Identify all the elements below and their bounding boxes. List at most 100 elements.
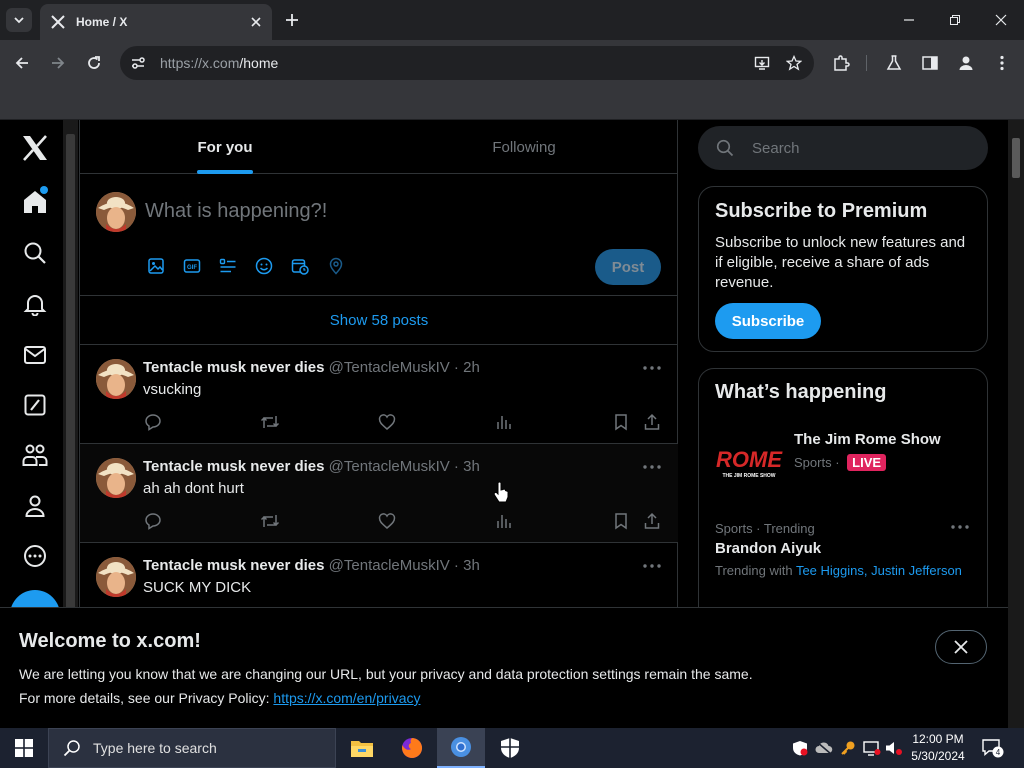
share-icon[interactable] xyxy=(642,511,662,531)
close-tab-icon[interactable] xyxy=(250,16,262,28)
trending-with-links[interactable]: Tee Higgins, Justin Jefferson xyxy=(796,563,962,578)
search-input[interactable]: Search xyxy=(698,126,988,170)
avatar[interactable] xyxy=(96,192,136,232)
avatar[interactable] xyxy=(96,359,136,399)
tweet[interactable]: Tentacle musk never dies @TentacleMuskIV… xyxy=(80,444,678,543)
schedule-icon[interactable] xyxy=(290,256,310,276)
taskbar-search-input[interactable]: Type here to search xyxy=(48,728,336,768)
profile-button[interactable] xyxy=(954,51,978,75)
tweet[interactable]: Tentacle musk never dies @TentacleMuskIV… xyxy=(80,345,678,444)
post-button[interactable]: Post xyxy=(595,249,661,285)
forward-button[interactable] xyxy=(46,51,70,75)
tab-for-you[interactable]: For you xyxy=(80,120,370,174)
clock-date: 5/30/2024 xyxy=(911,749,965,763)
security-tray-icon[interactable] xyxy=(790,738,810,758)
nav-explore[interactable] xyxy=(14,232,56,274)
show-title[interactable]: The Jim Rome Show xyxy=(794,431,941,448)
tweet-handle[interactable]: @TentacleMuskIV xyxy=(329,557,450,574)
tab-search-button[interactable] xyxy=(6,8,32,32)
banner-close-button[interactable] xyxy=(935,630,987,664)
avatar[interactable] xyxy=(96,458,136,498)
tab-following[interactable]: Following xyxy=(379,120,669,174)
like-icon[interactable] xyxy=(377,412,397,432)
subscribe-button[interactable]: Subscribe xyxy=(715,303,821,339)
extensions-button[interactable] xyxy=(829,51,853,75)
tweet-author-name[interactable]: Tentacle musk never dies xyxy=(143,458,324,475)
security-app[interactable] xyxy=(486,728,534,768)
media-icon[interactable] xyxy=(146,256,166,276)
file-explorer-app[interactable] xyxy=(338,728,386,768)
share-icon[interactable] xyxy=(642,412,662,432)
tweet-more-icon[interactable] xyxy=(640,557,664,575)
nav-grok[interactable] xyxy=(14,384,56,426)
browser-menu-button[interactable] xyxy=(990,51,1014,75)
site-info-icon[interactable] xyxy=(130,55,146,71)
emoji-icon[interactable] xyxy=(254,256,274,276)
tweet-time[interactable]: 3h xyxy=(463,557,480,574)
firefox-app[interactable] xyxy=(388,728,436,768)
start-button[interactable] xyxy=(0,728,48,768)
back-button[interactable] xyxy=(10,51,34,75)
tweet-time[interactable]: 3h xyxy=(463,458,480,475)
side-panel-button[interactable] xyxy=(918,51,942,75)
x-logo-link[interactable] xyxy=(14,127,56,169)
nav-home[interactable] xyxy=(14,181,56,223)
poll-icon[interactable] xyxy=(218,256,238,276)
right-scrollbar[interactable] xyxy=(1008,120,1024,728)
tweet-more-icon[interactable] xyxy=(640,458,664,476)
key-tray-icon[interactable] xyxy=(838,738,858,758)
tweet-time[interactable]: 2h xyxy=(463,359,480,376)
restore-button[interactable] xyxy=(932,0,978,40)
left-scrollbar-thumb[interactable] xyxy=(66,134,75,624)
close-icon xyxy=(995,14,1007,26)
install-app-icon[interactable] xyxy=(752,53,772,73)
avatar[interactable] xyxy=(96,557,136,597)
action-center-button[interactable]: 4 xyxy=(982,738,1004,758)
communities-icon xyxy=(22,444,48,466)
composer-input[interactable]: What is happening?! xyxy=(145,200,327,223)
jim-rome-logo: ROME THE JIM ROME SHOW xyxy=(715,435,783,487)
repost-icon[interactable] xyxy=(260,511,280,531)
reload-button[interactable] xyxy=(82,51,106,75)
labs-button[interactable] xyxy=(882,51,906,75)
nav-messages[interactable] xyxy=(14,334,56,376)
nav-more[interactable] xyxy=(14,535,56,577)
views-icon[interactable] xyxy=(494,412,514,432)
tweet-handle[interactable]: @TentacleMuskIV xyxy=(329,458,450,475)
trend-more-icon[interactable] xyxy=(951,525,969,529)
right-scrollbar-thumb[interactable] xyxy=(1012,138,1020,178)
repost-icon[interactable] xyxy=(260,412,280,432)
reply-icon[interactable] xyxy=(143,412,163,432)
bookmark-icon[interactable] xyxy=(611,412,631,432)
bookmark-icon[interactable] xyxy=(611,511,631,531)
privacy-policy-link[interactable]: https://x.com/en/privacy xyxy=(273,690,420,706)
tweet-handle[interactable]: @TentacleMuskIV xyxy=(329,359,450,376)
trend-name[interactable]: Brandon Aiyuk xyxy=(715,540,821,557)
close-window-button[interactable] xyxy=(978,0,1024,40)
banner-details-text: For more details, see our Privacy Policy… xyxy=(19,690,270,706)
tweet-author-name[interactable]: Tentacle musk never dies xyxy=(143,359,324,376)
tweet-more-icon[interactable] xyxy=(640,359,664,377)
views-icon[interactable] xyxy=(494,511,514,531)
tweet-header: Tentacle musk never dies @TentacleMuskIV… xyxy=(143,359,480,376)
taskbar-clock[interactable]: 12:00 PM 5/30/2024 xyxy=(900,731,976,765)
url-text[interactable]: https://x.com/home xyxy=(160,55,740,71)
windows-taskbar: Type here to search 12:00 PM 5/30/2024 4 xyxy=(0,728,1024,768)
reply-icon[interactable] xyxy=(143,511,163,531)
bookmark-star-icon[interactable] xyxy=(784,53,804,73)
browser-tab[interactable]: Home / X xyxy=(40,4,272,40)
new-tab-button[interactable] xyxy=(282,10,302,30)
tweet-author-name[interactable]: Tentacle musk never dies xyxy=(143,557,324,574)
show-new-posts-link[interactable]: Show 58 posts xyxy=(80,296,678,345)
nav-communities[interactable] xyxy=(14,434,56,476)
chrome-app[interactable] xyxy=(437,728,485,768)
location-icon[interactable] xyxy=(326,256,346,276)
network-icon[interactable] xyxy=(862,738,882,758)
gif-icon[interactable]: GIF xyxy=(182,256,202,276)
nav-profile[interactable] xyxy=(14,485,56,527)
address-bar[interactable]: https://x.com/home xyxy=(120,46,814,80)
like-icon[interactable] xyxy=(377,511,397,531)
minimize-button[interactable] xyxy=(886,0,932,40)
cloud-offline-icon[interactable] xyxy=(814,738,834,758)
nav-notifications[interactable] xyxy=(14,283,56,325)
